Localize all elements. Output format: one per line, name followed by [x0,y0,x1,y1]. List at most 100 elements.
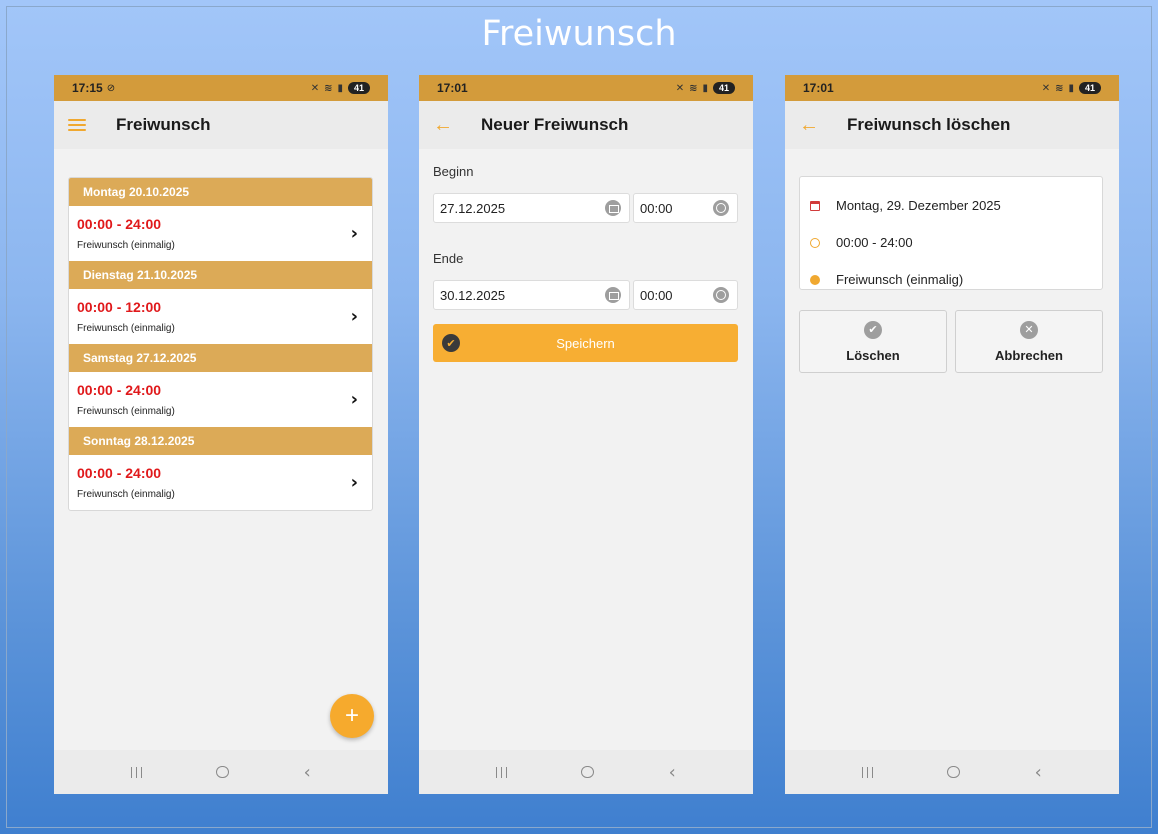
status-bar: 17:15 ⊘ ✕ ≋ ▮ 41 [54,75,388,101]
detail-date: Montag, 29. Dezember 2025 [836,198,1001,213]
cancel-label: Abbrechen [995,347,1063,363]
entry-time: 00:00 - 24:00 [77,465,162,481]
clock-icon[interactable] [713,200,729,216]
list-item[interactable]: 00:00 - 24:00 Freiwunsch (einmalig) › [69,206,372,261]
signal-icon: ▮ [1068,82,1074,94]
recent-apps-icon[interactable] [496,766,508,778]
info-icon [810,274,820,285]
end-date-value: 30.12.2025 [440,287,506,303]
status-bar: 17:01 ✕ ≋ ▮ 41 [785,75,1119,101]
entry-type: Freiwunsch (einmalig) [77,406,175,417]
recent-apps-icon[interactable] [862,766,874,778]
back-icon[interactable]: ‹ [304,762,311,783]
detail-type: Freiwunsch (einmalig) [836,272,964,287]
end-date-field[interactable]: 30.12.2025 [433,280,630,310]
app-bar: ← Neuer Freiwunsch [419,101,753,149]
begin-date-field[interactable]: 27.12.2025 [433,193,630,223]
calendar-icon [810,200,820,211]
menu-icon[interactable] [68,119,86,131]
back-arrow-icon[interactable]: ← [433,115,453,135]
back-arrow-icon[interactable]: ← [799,115,819,135]
begin-time-value: 00:00 [640,200,673,216]
add-button[interactable]: + [330,694,374,738]
entry-type: Freiwunsch (einmalig) [77,323,175,334]
back-icon[interactable]: ‹ [1035,762,1042,783]
system-nav-bar: ‹ [54,750,388,794]
app-bar: Freiwunsch [54,101,388,149]
mute-icon: ✕ [675,82,685,94]
save-label: Speichern [556,335,615,351]
battery-indicator: 41 [348,82,370,94]
screen-title: Freiwunsch [116,115,211,134]
battery-indicator: 41 [713,82,735,94]
x-icon: ✕ [1020,320,1038,339]
check-icon: ✔ [442,334,460,352]
status-time: 17:01 [803,81,834,95]
phone-screen-new: 17:01 ✕ ≋ ▮ 41 ← Neuer Freiwunsch Beginn… [419,75,753,794]
mute-icon: ✕ [1041,82,1051,94]
recent-apps-icon[interactable] [131,766,143,778]
home-icon[interactable] [216,766,230,778]
save-button[interactable]: ✔ Speichern [433,324,738,362]
wifi-icon: ≋ [689,82,698,94]
check-icon: ✔ [864,320,882,339]
list-item[interactable]: 00:00 - 24:00 Freiwunsch (einmalig) › [69,455,372,510]
chevron-right-icon: › [350,223,358,244]
page-title: Freiwunsch [481,14,677,54]
home-icon[interactable] [581,766,595,778]
app-bar: ← Freiwunsch löschen [785,101,1119,149]
entry-time: 00:00 - 24:00 [77,382,162,398]
chevron-right-icon: › [350,472,358,493]
end-time-field[interactable]: 00:00 [633,280,738,310]
entry-time: 00:00 - 24:00 [77,216,162,232]
phone-screen-list: 17:15 ⊘ ✕ ≋ ▮ 41 Freiwunsch Montag 20.10… [54,75,388,794]
day-header: Montag 20.10.2025 [69,178,372,206]
begin-date-value: 27.12.2025 [440,200,506,216]
clock-icon [810,237,820,248]
wifi-icon: ≋ [324,82,333,94]
home-icon[interactable] [947,766,961,778]
list-item[interactable]: 00:00 - 12:00 Freiwunsch (einmalig) › [69,289,372,344]
status-bar: 17:01 ✕ ≋ ▮ 41 [419,75,753,101]
delete-button[interactable]: ✔ Löschen [799,310,947,373]
entry-type: Freiwunsch (einmalig) [77,489,175,500]
wish-list: Montag 20.10.2025 00:00 - 24:00 Freiwuns… [68,177,373,511]
clock-icon[interactable] [713,287,729,303]
back-icon[interactable]: ‹ [669,762,676,783]
wish-detail-card: Montag, 29. Dezember 2025 00:00 - 24:00 … [799,176,1103,290]
begin-time-field[interactable]: 00:00 [633,193,738,223]
cancel-button[interactable]: ✕ Abbrechen [955,310,1103,373]
mute-icon: ✕ [310,82,320,94]
end-label: Ende [433,251,464,266]
plus-icon: + [344,702,359,729]
status-extra-icon: ⊘ [106,82,116,94]
status-time: 17:01 [437,81,468,95]
calendar-icon[interactable] [605,287,621,303]
system-nav-bar: ‹ [419,750,753,794]
status-time: 17:15 [72,81,103,95]
end-time-value: 00:00 [640,287,673,303]
day-header: Dienstag 21.10.2025 [69,261,372,289]
screen-title: Freiwunsch löschen [847,115,1011,134]
delete-label: Löschen [846,347,900,363]
entry-time: 00:00 - 12:00 [77,299,162,315]
chevron-right-icon: › [350,389,358,410]
signal-icon: ▮ [337,82,343,94]
chevron-right-icon: › [350,306,358,327]
day-header: Sonntag 28.12.2025 [69,427,372,455]
entry-type: Freiwunsch (einmalig) [77,240,175,251]
detail-type-row: Freiwunsch (einmalig) [810,261,1102,298]
screen-title: Neuer Freiwunsch [481,115,629,134]
signal-icon: ▮ [702,82,708,94]
detail-date-row: Montag, 29. Dezember 2025 [810,187,1102,224]
calendar-icon[interactable] [605,200,621,216]
list-item[interactable]: 00:00 - 24:00 Freiwunsch (einmalig) › [69,372,372,427]
system-nav-bar: ‹ [785,750,1119,794]
begin-label: Beginn [433,164,474,179]
wifi-icon: ≋ [1055,82,1064,94]
day-header: Samstag 27.12.2025 [69,344,372,372]
battery-indicator: 41 [1079,82,1101,94]
detail-time-row: 00:00 - 24:00 [810,224,1102,261]
phone-screen-delete: 17:01 ✕ ≋ ▮ 41 ← Freiwunsch löschen Mont… [785,75,1119,794]
detail-time: 00:00 - 24:00 [836,235,913,250]
